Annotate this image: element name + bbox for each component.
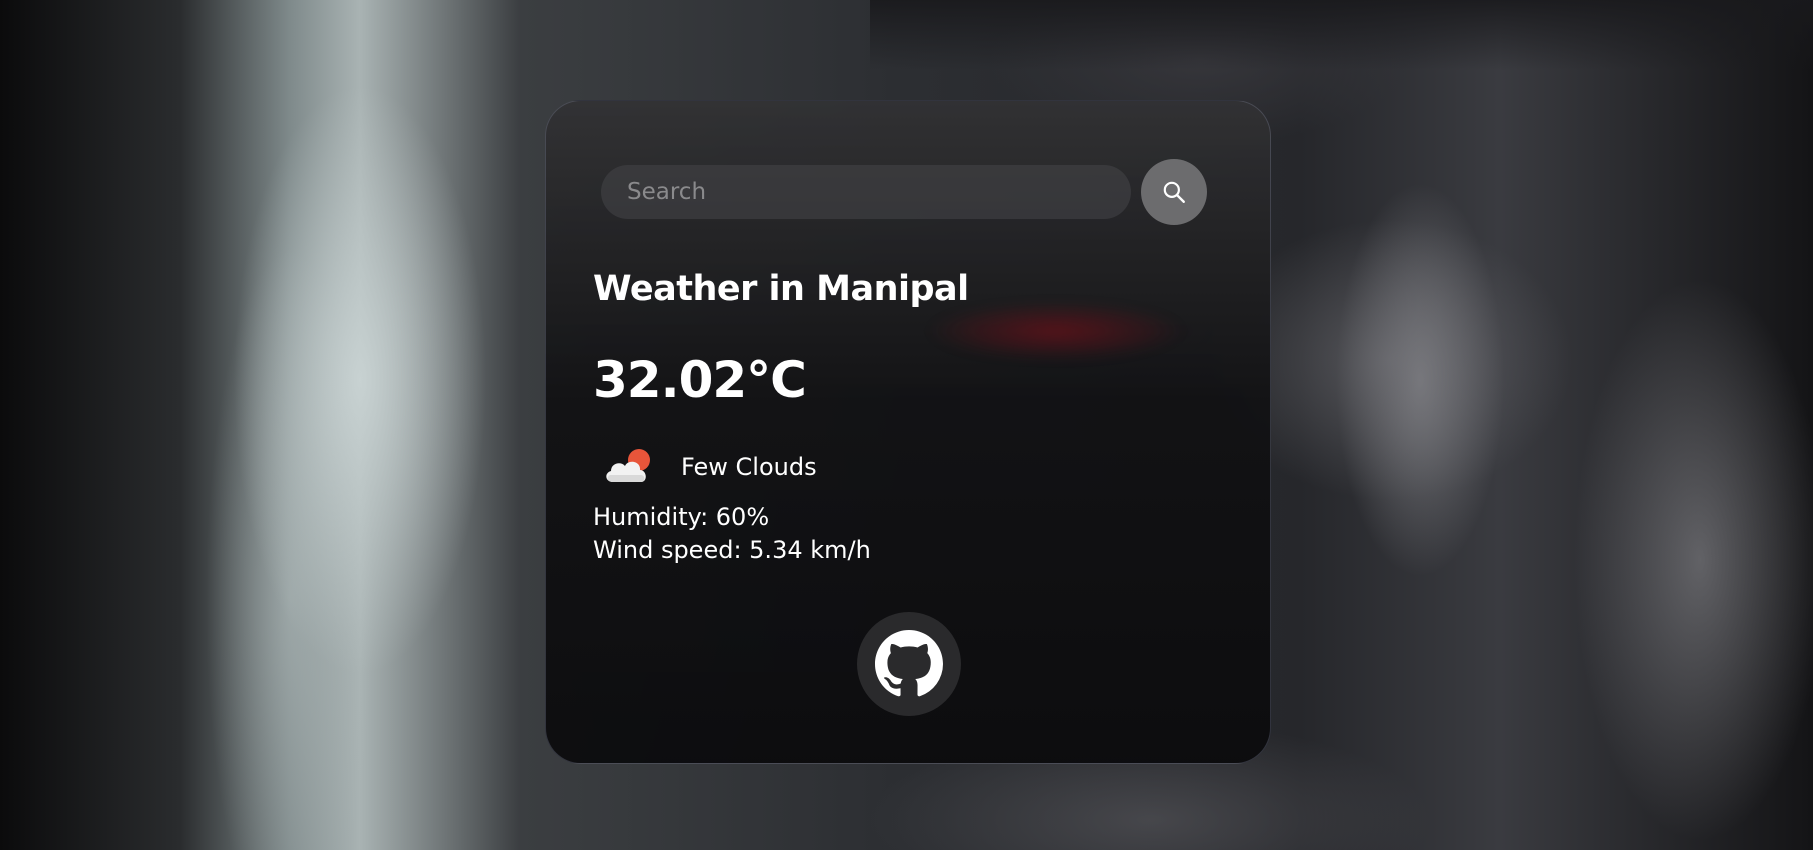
search-icon	[1163, 181, 1185, 203]
few-clouds-icon	[606, 449, 650, 482]
background-shade	[870, 0, 1813, 70]
condition-text: Few Clouds	[681, 453, 817, 481]
wind-speed-text: Wind speed: 5.34 km/h	[593, 536, 871, 564]
github-link[interactable]	[857, 612, 961, 716]
city-title: Weather in Manipal	[593, 269, 969, 309]
card-glow	[926, 301, 1186, 361]
search-bar	[601, 159, 1207, 225]
condition-row: Few Clouds	[601, 444, 817, 490]
temperature: 32.02°C	[593, 351, 807, 409]
search-button[interactable]	[1141, 159, 1207, 225]
github-icon	[875, 630, 943, 697]
humidity-text: Humidity: 60%	[593, 503, 770, 531]
weather-card: Weather in Manipal 32.02°C Few Clouds Hu…	[545, 100, 1271, 764]
search-input[interactable]	[601, 165, 1131, 219]
